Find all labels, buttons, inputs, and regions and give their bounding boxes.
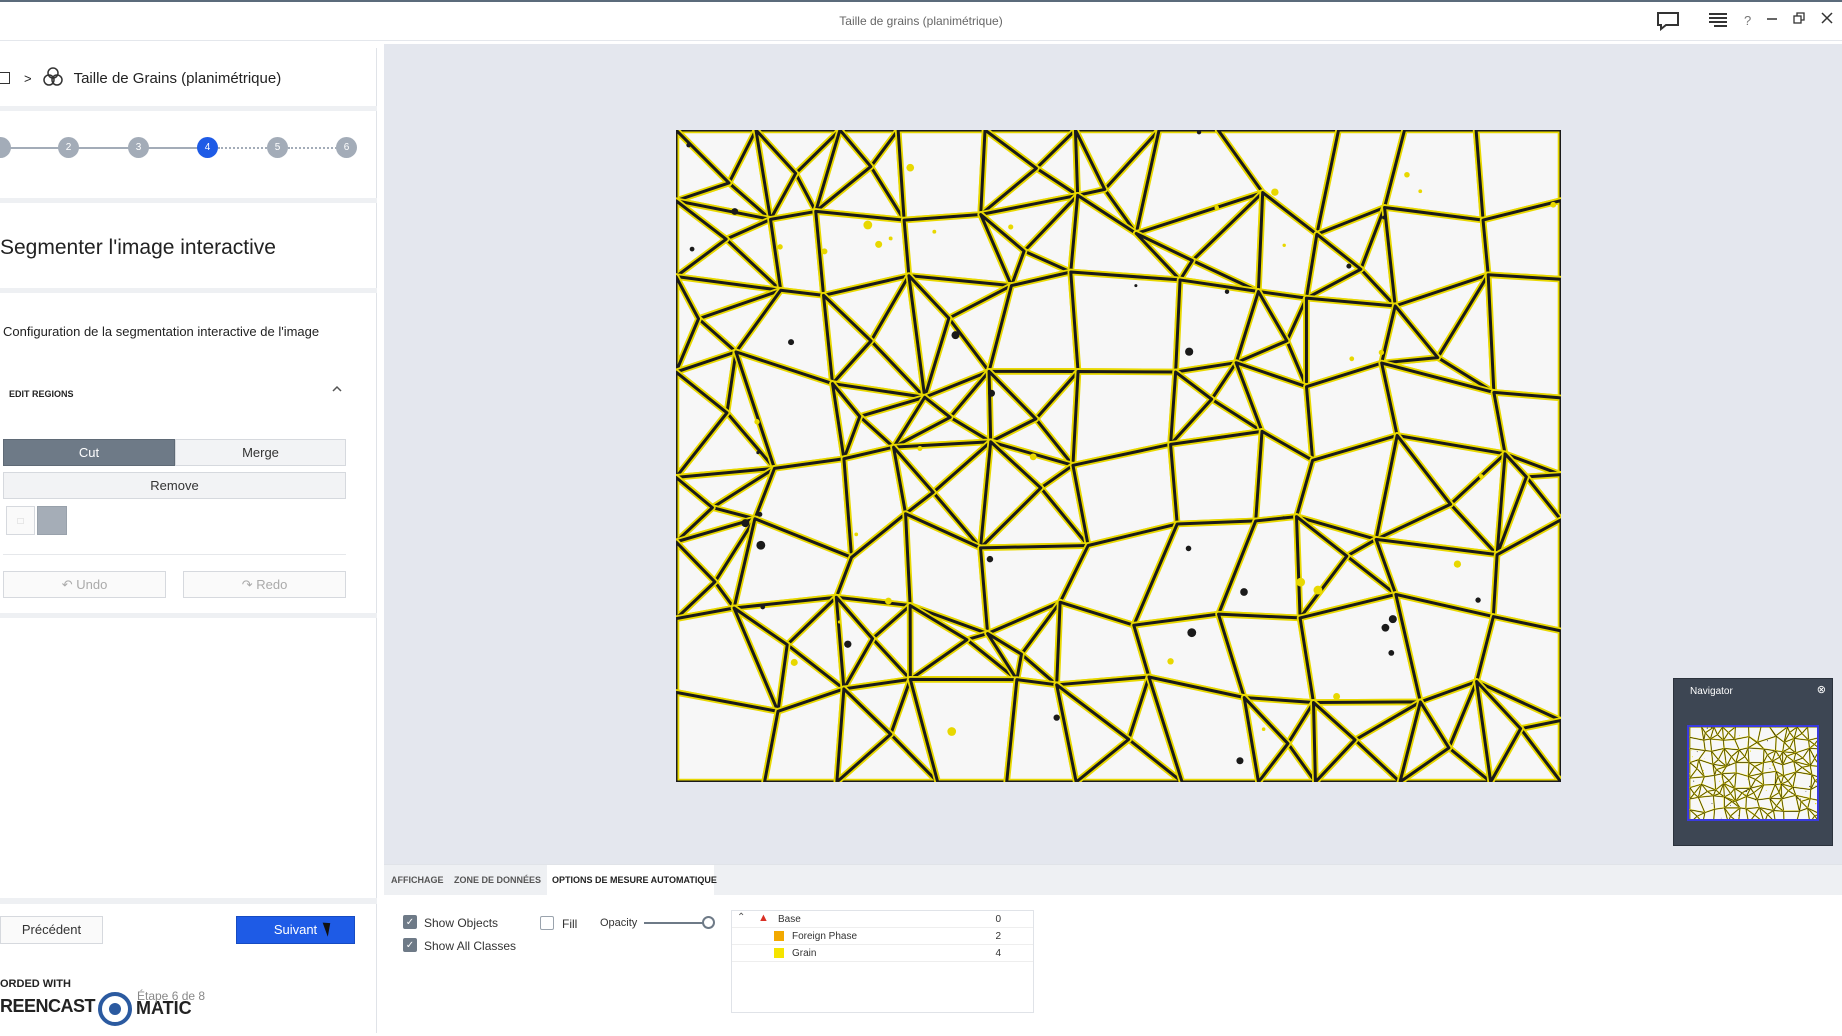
watermark-line1: ORDED WITH (0, 978, 71, 990)
brush-icon: □ (17, 516, 24, 527)
class-list: ⌃ ▲ Base 0 Foreign Phase 2 Grain 4 (731, 910, 1034, 1013)
stepper: 2 3 4 5 6 (0, 128, 377, 168)
menu-icon[interactable] (1708, 11, 1728, 35)
class-name: Grain (792, 948, 817, 959)
class-count: 2 (995, 931, 1001, 942)
minimize-icon[interactable] (1765, 11, 1779, 31)
merge-button[interactable]: Merge (175, 439, 346, 466)
cut-button[interactable]: Cut (3, 439, 175, 466)
left-panel: > Taille de Grains (planimétrique) 2 3 4… (0, 48, 377, 1033)
show-all-classes-label: Show All Classes (424, 939, 517, 953)
step-5[interactable]: 5 (267, 137, 288, 158)
recording-watermark: ORDED WITH REENCAST MATIC (0, 978, 210, 1028)
chat-icon[interactable] (1656, 11, 1680, 37)
window-title: Taille de grains (planimétrique) (839, 14, 1003, 28)
bottom-panel: AFFICHAGE ZONE DE DONNÉES OPTIONS DE MES… (384, 864, 1842, 1033)
color-swatch (774, 931, 784, 941)
record-icon (98, 992, 132, 1026)
navigator-thumbnail-image (1689, 727, 1817, 819)
step-3[interactable]: 3 (128, 137, 149, 158)
color-swatch (774, 948, 784, 958)
show-objects-label: Show Objects (424, 916, 499, 930)
step-6[interactable]: 6 (336, 137, 357, 158)
micrograph-image[interactable] (676, 130, 1561, 782)
divider (0, 198, 377, 203)
class-row-grain[interactable]: Grain 4 (732, 945, 1033, 962)
chevron-up-icon[interactable] (332, 384, 342, 396)
undo-button[interactable]: ↶ Undo (3, 571, 166, 598)
step-2[interactable]: 2 (58, 137, 79, 158)
grain-size-icon (42, 67, 64, 89)
navigator-panel[interactable]: Navigator ⊗ (1673, 678, 1833, 846)
close-icon[interactable]: ⊗ (1817, 683, 1826, 696)
remove-button[interactable]: Remove (3, 472, 346, 499)
tab-affichage[interactable]: AFFICHAGE (391, 875, 444, 885)
fill-checkbox[interactable] (540, 916, 554, 930)
base-class-icon: ▲ (758, 912, 769, 924)
restore-icon[interactable] (1792, 11, 1806, 31)
divider (0, 288, 377, 293)
undo-label: Undo (76, 577, 108, 592)
show-all-classes-checkbox[interactable]: ✓ (403, 938, 417, 952)
divider (0, 106, 377, 111)
step-1[interactable] (0, 137, 11, 158)
breadcrumb-current[interactable]: Taille de Grains (planimétrique) (74, 70, 282, 87)
show-objects-checkbox[interactable]: ✓ (403, 915, 417, 929)
previous-button[interactable]: Précédent (0, 916, 103, 944)
opacity-slider-track[interactable] (644, 922, 708, 924)
checkbox-icon[interactable] (0, 72, 10, 84)
breadcrumb-separator: > (24, 70, 32, 86)
section-title: EDIT REGIONS (9, 389, 74, 399)
class-row-base[interactable]: ⌃ ▲ Base 0 (732, 911, 1033, 928)
breadcrumb: > Taille de Grains (planimétrique) (0, 66, 281, 90)
redo-icon: ↷ (241, 577, 257, 592)
class-count: 4 (995, 948, 1001, 959)
redo-label: Redo (256, 577, 288, 592)
redo-button[interactable]: ↷ Redo (183, 571, 346, 598)
grain-segmentation-overlay (676, 130, 1561, 782)
panel-title: Segmenter l'image interactive (0, 236, 276, 259)
footer-divider (0, 898, 377, 904)
panel-subtitle: Configuration de la segmentation interac… (3, 324, 320, 339)
help-icon[interactable]: ? (1744, 11, 1751, 31)
collapse-icon[interactable]: ⌃ (737, 912, 745, 923)
opacity-slider-handle[interactable] (702, 916, 715, 929)
step-4[interactable]: 4 (197, 137, 218, 158)
divider (0, 613, 377, 618)
next-button[interactable]: Suivant (236, 916, 355, 944)
step-count: Étape 6 de 8 (137, 989, 206, 1003)
undo-icon: ↶ (61, 577, 77, 592)
class-name: Base (778, 914, 801, 925)
tool-toggle-right[interactable] (37, 506, 67, 535)
class-row-foreign-phase[interactable]: Foreign Phase 2 (732, 928, 1033, 945)
close-icon[interactable] (1820, 11, 1834, 31)
tab-bar: AFFICHAGE ZONE DE DONNÉES OPTIONS DE MES… (384, 865, 1842, 895)
tab-options-mesure-automatique[interactable]: OPTIONS DE MESURE AUTOMATIQUE (552, 875, 717, 885)
tool-toggle-left[interactable]: □ (6, 506, 35, 535)
navigator-thumbnail[interactable] (1687, 725, 1819, 821)
navigator-title: Navigator (1690, 686, 1733, 697)
fill-label: Fill (562, 917, 578, 931)
opacity-label: Opacity (600, 917, 638, 929)
class-count: 0 (995, 914, 1001, 925)
class-name: Foreign Phase (792, 931, 858, 942)
title-bar: Taille de grains (planimétrique) ? (0, 0, 1842, 41)
watermark-line2: REENCAST (0, 996, 96, 1016)
divider (3, 554, 346, 555)
tab-zone-de-donnees[interactable]: ZONE DE DONNÉES (454, 875, 541, 885)
